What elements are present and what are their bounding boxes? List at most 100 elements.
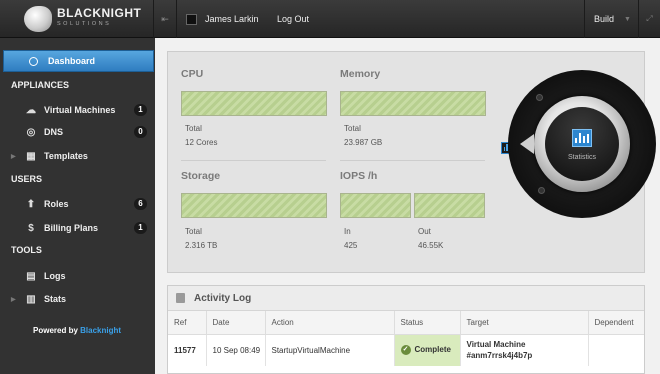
target-type: Virtual Machine xyxy=(466,340,526,350)
section-title-tools: TOOLS xyxy=(11,245,42,255)
dependent-cell xyxy=(588,334,644,366)
activity-log-table: Ref Date Action Status Target Dependent … xyxy=(168,311,644,366)
status-badge: Complete xyxy=(414,345,451,355)
target-id: #anm7rrsk4j4b7p xyxy=(466,351,533,361)
logo[interactable]: BLACKNIGHT SOLUTIONS xyxy=(0,0,153,38)
table-row[interactable]: 11577 10 Sep 08:49 StartupVirtualMachine… xyxy=(168,334,644,366)
sidebar-item-label: Roles xyxy=(44,199,69,209)
dial-notch xyxy=(538,187,545,194)
sidebar-item-label: Stats xyxy=(44,294,67,304)
iops-in-value: 425 xyxy=(344,241,358,250)
storage-total-label: Total xyxy=(185,227,202,236)
memory-total-label: Total xyxy=(344,124,361,133)
iops-out-value: 46.55K xyxy=(418,241,444,250)
dial-notch xyxy=(536,94,543,101)
logo-text: BLACKNIGHT xyxy=(57,6,142,20)
sidebar-item-templates[interactable]: ▶ ▦ Templates xyxy=(0,146,155,166)
collapse-icon: ⇤ xyxy=(161,13,169,24)
column-header-ref[interactable]: Ref xyxy=(168,311,207,335)
column-header-date[interactable]: Date xyxy=(206,311,266,335)
powered-by: Powered by Blacknight xyxy=(33,326,121,335)
user-icon: ⬆ xyxy=(26,198,36,210)
count-badge: 0 xyxy=(134,126,147,138)
sidebar-item-dns[interactable]: ◎ DNS 0 xyxy=(0,122,155,142)
logo-subtext: SOLUTIONS xyxy=(57,21,112,27)
chevron-down-icon: ▼ xyxy=(624,15,631,23)
column-header-dependent[interactable]: Dependent xyxy=(588,311,644,335)
column-header-target[interactable]: Target xyxy=(460,311,589,335)
section-title-appliances: APPLIANCES xyxy=(11,80,70,90)
sidebar-item-roles[interactable]: ⬆ Roles 6 xyxy=(0,194,155,214)
sidebar-item-label: Virtual Machines xyxy=(44,105,116,115)
globe-icon: ◎ xyxy=(26,126,36,138)
iops-title: IOPS /h xyxy=(340,170,378,182)
build-dropdown[interactable]: Build ▼ xyxy=(584,0,638,38)
count-badge: 6 xyxy=(134,198,147,210)
memory-title: Memory xyxy=(340,68,381,80)
trash-icon xyxy=(176,293,185,303)
sidebar-item-label: Dashboard xyxy=(48,56,96,66)
logout-link[interactable]: Log Out xyxy=(277,14,309,24)
expand-arrow-icon[interactable]: ▶ xyxy=(11,296,16,303)
memory-usage-bar xyxy=(340,91,486,116)
sidebar: Dashboard APPLIANCES ☁ Virtual Machines … xyxy=(0,38,155,374)
sidebar-toggle-button[interactable]: ⇤ xyxy=(153,0,177,38)
divider xyxy=(340,160,485,161)
statistics-label: Statistics xyxy=(567,154,596,161)
iops-in-label: In xyxy=(344,227,351,236)
table-header-row: Ref Date Action Status Target Dependent xyxy=(168,311,644,335)
stats-panel: CPU Total 12 Cores Memory Total 23.987 G… xyxy=(167,51,656,273)
top-bar: BLACKNIGHT SOLUTIONS ⇤ James Larkin Log … xyxy=(0,0,660,38)
ref-cell: 11577 xyxy=(168,334,207,366)
build-label: Build xyxy=(594,14,615,24)
iops-out-label: Out xyxy=(418,227,431,236)
cpu-total-value: 12 Cores xyxy=(185,138,218,147)
cpu-total-label: Total xyxy=(185,124,202,133)
sidebar-item-dashboard[interactable]: Dashboard xyxy=(3,50,154,72)
logs-icon: ▤ xyxy=(26,270,36,282)
stats-icon: ▥ xyxy=(26,293,36,305)
expand-button[interactable]: ⤢ xyxy=(638,0,660,38)
column-header-action[interactable]: Action xyxy=(265,311,395,335)
sidebar-item-virtual-machines[interactable]: ☁ Virtual Machines 1 xyxy=(0,100,155,120)
cpu-title: CPU xyxy=(181,68,204,80)
action-cell: StartupVirtualMachine xyxy=(265,334,395,366)
target-cell[interactable]: Virtual Machine #anm7rrsk4j4b7p xyxy=(460,334,589,366)
statistics-icon xyxy=(572,129,592,147)
status-cell: ✓ Complete xyxy=(394,334,461,366)
iops-in-bar xyxy=(340,193,411,218)
activity-log-panel: Activity Log Ref Date Action Status Targ… xyxy=(167,285,645,374)
sidebar-item-label: DNS xyxy=(44,127,64,137)
cpu-usage-bar xyxy=(181,91,327,116)
storage-usage-bar xyxy=(181,193,327,218)
dial-pointer-icon xyxy=(520,134,534,154)
sidebar-item-logs[interactable]: ▤ Logs xyxy=(0,266,155,286)
memory-total-value: 23.987 GB xyxy=(344,138,383,147)
column-header-status[interactable]: Status xyxy=(394,311,461,335)
count-badge: 1 xyxy=(134,222,147,234)
cloud-icon: ☁ xyxy=(26,104,36,116)
expand-icon: ⤢ xyxy=(646,14,653,23)
powered-by-brand-link[interactable]: Blacknight xyxy=(80,326,121,335)
date-cell: 10 Sep 08:49 xyxy=(206,334,266,366)
sidebar-item-label: Logs xyxy=(44,271,66,281)
check-icon: ✓ xyxy=(400,345,411,356)
sidebar-item-label: Templates xyxy=(44,151,88,161)
sidebar-item-stats[interactable]: ▶ ▥ Stats xyxy=(0,289,155,309)
powered-by-text: Powered by xyxy=(33,326,78,335)
user-name[interactable]: James Larkin xyxy=(205,14,259,24)
avatar[interactable] xyxy=(186,14,197,25)
statistics-dial[interactable]: Statistics xyxy=(508,70,656,218)
storage-total-value: 2.316 TB xyxy=(185,241,218,250)
count-badge: 1 xyxy=(134,104,147,116)
expand-arrow-icon[interactable]: ▶ xyxy=(11,153,16,160)
sidebar-item-billing-plans[interactable]: $ Billing Plans 1 xyxy=(0,218,155,238)
dashboard-icon xyxy=(29,57,38,66)
knight-logo-icon xyxy=(24,6,52,32)
activity-log-title: Activity Log xyxy=(194,293,252,304)
templates-icon: ▦ xyxy=(26,150,36,162)
section-title-users: USERS xyxy=(11,174,43,184)
billing-icon: $ xyxy=(28,222,34,234)
sidebar-item-label: Billing Plans xyxy=(44,223,99,233)
iops-out-bar xyxy=(414,193,485,218)
